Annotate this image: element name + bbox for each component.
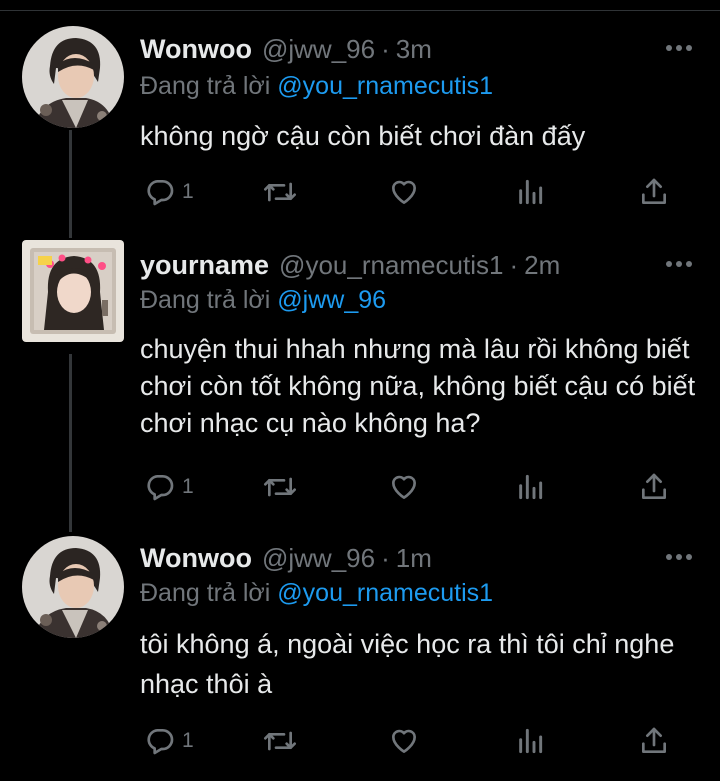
mention-link[interactable]: @you_rnamecutis1 <box>277 72 493 100</box>
retweet-button[interactable] <box>262 175 298 209</box>
views-icon <box>519 728 543 754</box>
mention-link[interactable]: @you_rnamecutis1 <box>277 579 493 607</box>
reply-button[interactable]: 1 <box>144 470 194 504</box>
replying-to-label: Đang trả lời <box>140 72 271 100</box>
handle[interactable]: @you_rnamecutis1 <box>279 250 503 281</box>
action-bar: 1 <box>140 470 680 504</box>
share-icon <box>642 178 666 204</box>
retweet-icon <box>264 731 296 751</box>
reply-icon <box>147 180 174 206</box>
retweet-button[interactable] <box>262 724 298 758</box>
timestamp[interactable]: 1m <box>396 543 432 574</box>
like-button[interactable] <box>388 175 420 209</box>
reply-count: 1 <box>182 180 194 203</box>
reply-button[interactable]: 1 <box>144 724 194 758</box>
separator-dot: · <box>381 34 390 64</box>
retweet-icon <box>264 182 296 202</box>
tweet-header: Wonwoo @jww_96 · 1m <box>140 543 432 575</box>
share-button[interactable] <box>638 175 670 209</box>
more-icon[interactable] <box>666 259 692 269</box>
top-divider <box>0 10 720 11</box>
tweet-text: tôi không á, ngoài việc học ra thì tôi c… <box>140 629 675 699</box>
reply-button[interactable]: 1 <box>144 175 194 209</box>
handle[interactable]: @jww_96 <box>262 34 375 65</box>
thread-line <box>69 130 72 238</box>
handle[interactable]: @jww_96 <box>262 543 375 574</box>
separator-dot: · <box>509 250 519 280</box>
more-icon[interactable] <box>666 43 692 53</box>
replying-to: Đang trả lời @you_rnamecutis1 <box>140 72 493 101</box>
heart-icon <box>392 180 416 204</box>
tweet-text: chuyện thui hhah nhưng mà lâu rồi không … <box>140 334 696 438</box>
action-bar: 1 <box>140 724 680 758</box>
separator-dot: · <box>381 543 390 573</box>
like-button[interactable] <box>388 724 420 758</box>
replying-to: Đang trả lời @jww_96 <box>140 286 386 315</box>
timestamp[interactable]: 2m <box>524 250 560 281</box>
views-button[interactable] <box>514 724 546 758</box>
display-name[interactable]: Wonwoo <box>140 34 252 65</box>
tweet-header: Wonwoo @jww_96 · 3m <box>140 34 432 66</box>
display-name[interactable]: yourname <box>140 250 269 281</box>
avatar[interactable] <box>22 536 124 638</box>
share-icon <box>642 473 666 499</box>
tweet-text: không ngờ cậu còn biết chơi đàn đấy <box>140 121 586 151</box>
reply-icon <box>147 729 174 755</box>
heart-icon <box>392 475 416 499</box>
heart-icon <box>392 729 416 753</box>
share-button[interactable] <box>638 724 670 758</box>
like-button[interactable] <box>388 470 420 504</box>
avatar[interactable] <box>22 240 124 342</box>
replying-to-label: Đang trả lời <box>140 286 271 314</box>
share-icon <box>642 727 666 753</box>
tweet-header: yourname @you_rnamecutis1 · 2m <box>140 250 560 282</box>
reply-count: 1 <box>182 475 194 498</box>
mention-link[interactable]: @jww_96 <box>277 286 386 314</box>
views-icon <box>519 179 543 205</box>
reply-icon <box>147 475 174 501</box>
timestamp[interactable]: 3m <box>396 34 432 65</box>
action-bar: 1 <box>140 175 680 209</box>
retweet-button[interactable] <box>262 470 298 504</box>
reply-count: 1 <box>182 729 194 752</box>
display-name[interactable]: Wonwoo <box>140 543 252 574</box>
avatar[interactable] <box>22 26 124 128</box>
replying-to-label: Đang trả lời <box>140 579 271 607</box>
more-icon[interactable] <box>666 552 692 562</box>
replying-to: Đang trả lời @you_rnamecutis1 <box>140 579 493 608</box>
views-button[interactable] <box>514 470 546 504</box>
retweet-icon <box>264 477 296 497</box>
share-button[interactable] <box>638 470 670 504</box>
views-button[interactable] <box>514 175 546 209</box>
views-icon <box>519 474 543 500</box>
thread-line <box>69 354 72 532</box>
